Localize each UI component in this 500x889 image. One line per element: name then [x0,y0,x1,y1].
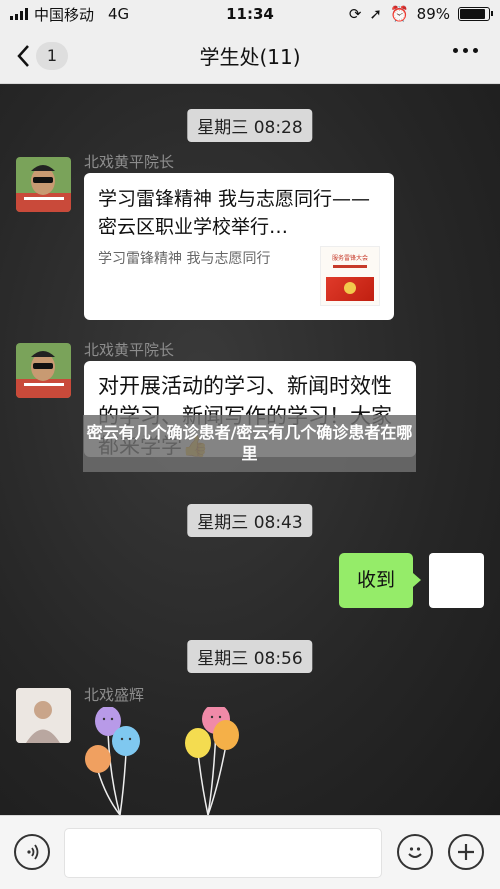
sender-name: 北戏黄平院长 [84,153,175,171]
watermark-overlay: 密云有几个确诊患者/密云有几个确诊患者在哪里 [83,415,416,472]
back-button[interactable]: 1 [16,41,68,70]
my-avatar[interactable] [429,553,484,608]
voice-icon [27,844,39,860]
timestamp: 星期三 08:28 [187,109,313,142]
avatar[interactable] [16,343,71,398]
smile-icon [408,847,422,858]
unread-badge: 1 [36,41,68,70]
battery-icon [458,7,493,21]
chat-title: 学生处(11) [199,45,301,69]
chevron-left-icon [17,44,29,67]
chat-area[interactable]: 星期三 08:28 北戏黄平院长 学习雷锋精神 我与志愿同行——密云区职业学校举… [0,85,500,815]
avatar[interactable] [16,157,71,212]
network-type: 4G [108,5,130,23]
emoji-button[interactable] [397,834,433,870]
nav-bar: 1 学生处(11) [0,28,500,84]
signal-icon [10,8,28,20]
link-card[interactable]: 学习雷锋精神 我与志愿同行——密云区职业学校举行… 学习雷锋精神 我与志愿同行 … [84,173,394,320]
sender-name: 北戏盛辉 [84,686,145,704]
more-icon[interactable] [453,48,478,53]
avatar[interactable] [16,688,71,743]
thumb-caption: 服务雷锋大会 [331,255,368,262]
voice-button[interactable] [14,834,50,870]
my-message[interactable]: 收到 [338,553,422,608]
alarm-icon: ⏰ [389,5,409,23]
card-title: 学习雷锋精神 我与志愿同行——密云区职业学校举行… [98,188,371,238]
battery-percent: 89% [416,5,450,23]
plus-icon [458,844,474,860]
battery-fill [460,9,485,19]
plus-button[interactable] [448,834,484,870]
card-thumbnail: 服务雷锋大会 [320,246,380,306]
carrier-name: 中国移动 [34,5,95,24]
status-bar: 中国移动 4G 11:34 ⟳ ➚ ⏰ 89% [0,0,500,28]
input-bar [0,815,500,889]
timestamp: 星期三 08:56 [187,640,313,673]
timestamp: 星期三 08:43 [187,504,313,537]
sender-name: 北戏黄平院长 [84,341,175,359]
message-input[interactable] [64,828,382,878]
card-description: 学习雷锋精神 我与志愿同行 [98,251,271,267]
balloons-sticker[interactable] [80,707,250,815]
location-icon: ➚ [369,5,382,23]
lock-rotation-icon: ⟳ [348,5,362,23]
